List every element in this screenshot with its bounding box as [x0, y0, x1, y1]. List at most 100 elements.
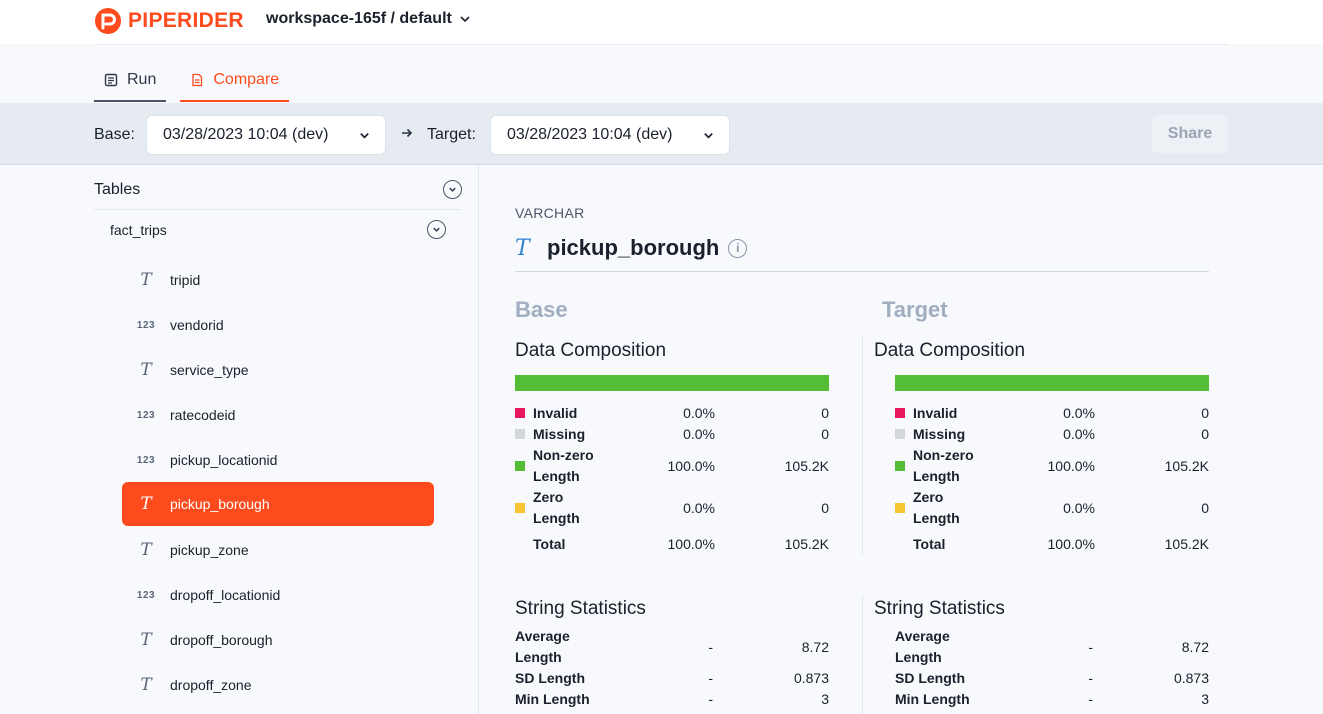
collapse-table-button[interactable] [427, 220, 446, 239]
string-stat-label: SD Length [895, 668, 985, 689]
workspace-selector[interactable]: workspace-165f / default [266, 10, 472, 28]
number-type-icon: 123 [136, 589, 156, 601]
composition-total-count: 105.2K [1164, 536, 1209, 552]
tables-heading: Tables [94, 181, 141, 198]
string-stat-value: 0.873 [1173, 670, 1209, 686]
composition-label-line: Length [913, 468, 960, 484]
column-name: pickup_borough [170, 496, 270, 512]
target-run-select[interactable]: 03/28/2023 10:04 (dev) [490, 115, 730, 155]
number-type-icon: 123 [136, 454, 156, 466]
text-type-icon: T [515, 235, 530, 261]
composition-label-line: Zero [913, 489, 944, 505]
column-divider [862, 595, 863, 714]
string-stat-value: 8.72 [1181, 639, 1209, 655]
tab-run[interactable]: Run [94, 60, 167, 102]
collapse-tables-button[interactable] [443, 180, 462, 199]
composition-count: 0 [1201, 405, 1209, 421]
composition-count: 0 [821, 500, 829, 516]
share-button[interactable]: Share [1152, 115, 1228, 153]
string-stat-label: Min Length [515, 689, 605, 710]
sidebar-column-item[interactable]: 123 vendorid [122, 303, 434, 347]
legend-swatch [515, 461, 525, 471]
target-string-stats-title: String Statistics [874, 598, 1005, 619]
nav-tabs: Run Compare [94, 60, 303, 103]
target-composition-title: Data Composition [874, 340, 1026, 361]
string-stat-base-value: - [1088, 691, 1093, 707]
base-composition-bar [515, 375, 829, 391]
composition-count: 0 [1201, 500, 1209, 516]
tables-divider [94, 209, 462, 210]
composition-percent: 100.0% [1047, 458, 1095, 474]
sidebar-column-item[interactable]: 123 dropoff_locationid [122, 573, 434, 617]
sidebar-column-item[interactable]: 123 pickup_locationid [122, 438, 434, 482]
base-label: Base: [94, 126, 135, 143]
column-name: dropoff_borough [170, 632, 273, 648]
piperider-logo[interactable]: PIPERIDER [94, 6, 244, 36]
composition-percent: 0.0% [1063, 405, 1095, 421]
sidebar-column-item[interactable]: Tdropoff_zone [122, 663, 434, 707]
string-stat-label: Average Length [515, 626, 605, 668]
sidebar-column-item[interactable]: 123 ratecodeid [122, 393, 434, 437]
chevron-down-icon [433, 227, 440, 232]
composition-label-line: Invalid [913, 405, 958, 421]
string-stat-label-line: Length [515, 649, 562, 665]
sidebar-column-item[interactable]: Ttripid [122, 258, 434, 302]
chevron-down-icon [460, 16, 470, 23]
compare-doc-icon [192, 73, 203, 87]
target-run-value: 03/28/2023 10:04 (dev) [507, 126, 673, 143]
sidebar-column-item[interactable]: Tpickup_zone [122, 528, 434, 572]
text-type-icon: T [140, 540, 152, 560]
string-stat-base-value: - [1088, 670, 1093, 686]
composition-label-line: Invalid [533, 405, 578, 421]
composition-percent: 0.0% [1063, 500, 1095, 516]
info-icon[interactable]: i [728, 238, 748, 258]
tab-compare[interactable]: Compare [180, 60, 290, 102]
string-stat-value: 3 [821, 691, 829, 707]
column-header-divider [515, 271, 1209, 272]
string-stat-value: 0.873 [793, 670, 829, 686]
sidebar-column-item[interactable]: Tservice_type [122, 348, 434, 392]
legend-swatch [515, 429, 525, 439]
string-stat-label: Min Length [895, 689, 985, 710]
string-stat-label-line: Min Length [515, 691, 590, 707]
sidebar-column-item[interactable]: Tdropoff_borough [122, 618, 434, 662]
table-name[interactable]: fact_trips [110, 222, 167, 238]
string-stat-label-line: SD Length [515, 670, 585, 686]
composition-label-line: Non-zero [913, 447, 974, 463]
compare-bar: Base: 03/28/2023 10:04 (dev) Target: 03/… [0, 103, 1323, 165]
text-type-icon: T [140, 270, 152, 290]
composition-percent: 0.0% [1063, 426, 1095, 442]
string-stat-label-line: SD Length [895, 670, 965, 686]
header-divider [94, 44, 1228, 45]
piperider-logo-icon [95, 8, 121, 34]
composition-percent: 0.0% [683, 426, 715, 442]
base-heading: Base [515, 297, 568, 322]
legend-swatch [895, 461, 905, 471]
composition-label-line: Zero [533, 489, 564, 505]
base-run-select[interactable]: 03/28/2023 10:04 (dev) [146, 115, 386, 155]
string-stat-label-line: Average [895, 628, 950, 644]
column-divider [862, 335, 863, 555]
composition-total-count: 105.2K [784, 536, 829, 552]
column-detail-panel: VARCHAR T pickup_borough i Base Target D… [480, 165, 1323, 714]
string-stat-label-line: Average [515, 628, 570, 644]
string-stat-label-line: Min Length [895, 691, 970, 707]
chevron-down-icon [704, 133, 713, 139]
chevron-down-icon [449, 187, 456, 192]
composition-total-percent: 100.0% [1047, 536, 1095, 552]
workspace-label: workspace-165f / default [266, 10, 452, 27]
composition-label: Missing [913, 424, 1003, 445]
string-stat-base-value: - [708, 670, 713, 686]
composition-label: Zero Length [533, 487, 623, 529]
column-name: ratecodeid [170, 407, 236, 423]
column-name: pickup_locationid [170, 452, 278, 468]
sidebar-column-item[interactable]: Tpickup_borough [122, 482, 434, 526]
list-icon [104, 73, 118, 87]
legend-swatch [515, 503, 525, 513]
composition-label: Invalid [913, 403, 1003, 424]
composition-count: 105.2K [1164, 458, 1209, 474]
base-run-value: 03/28/2023 10:04 (dev) [163, 126, 329, 143]
column-name: tripid [170, 272, 201, 288]
column-title: pickup_borough [547, 235, 720, 260]
composition-count: 0 [821, 426, 829, 442]
